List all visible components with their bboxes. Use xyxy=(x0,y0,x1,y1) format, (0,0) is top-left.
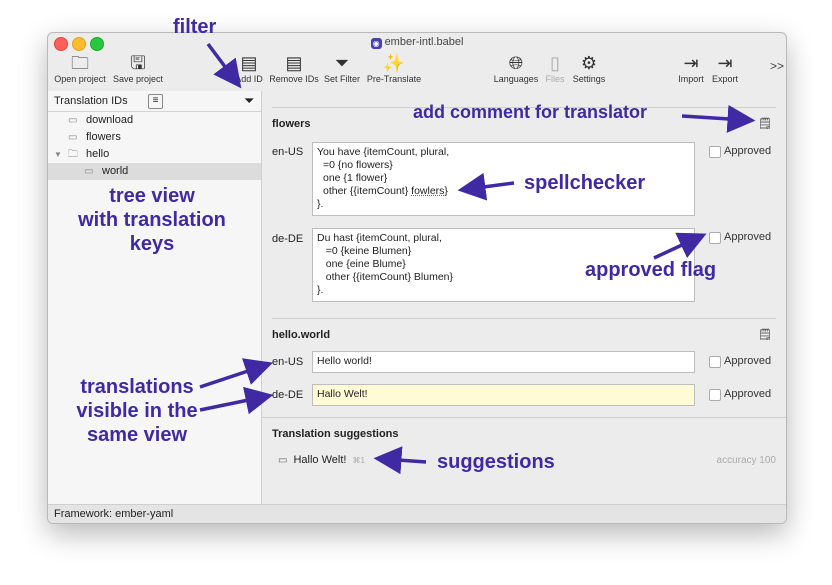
arrow-comment xyxy=(681,104,756,133)
annotation-tree-view: tree view with translation keys xyxy=(78,185,226,255)
arrow-suggestions xyxy=(373,446,427,475)
annotation-arrows xyxy=(199,42,756,475)
annotation-spellchecker: spellchecker xyxy=(524,172,646,194)
annotation-translations: translations visible in the same view xyxy=(76,376,198,446)
annotation-suggestions: suggestions xyxy=(437,451,555,473)
annotation-add-comment: add comment for translator xyxy=(413,102,648,122)
annotation-approved-flag: approved flag xyxy=(585,259,717,281)
annotation-filter: filter xyxy=(173,16,217,38)
arrow-approved xyxy=(653,232,707,260)
arrow-filter xyxy=(206,42,242,89)
arrow-spellcheck xyxy=(457,172,515,201)
